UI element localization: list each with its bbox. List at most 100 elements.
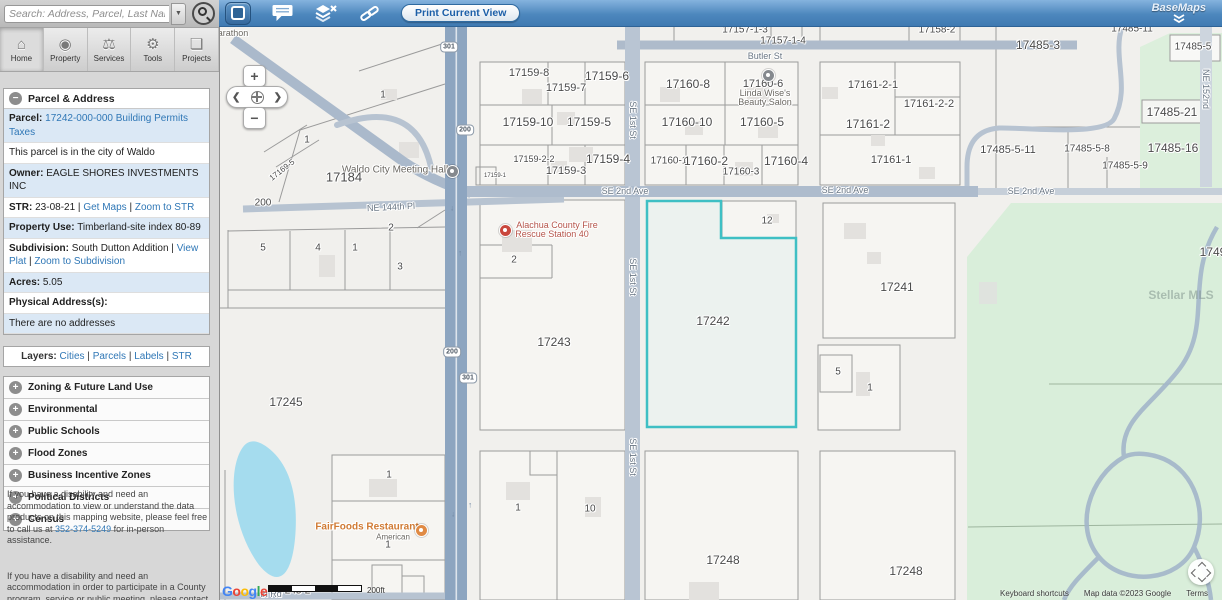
link-taxes[interactable]: Taxes [9,127,35,138]
home-icon: ⌂ [17,37,26,53]
expand-icon[interactable]: + [9,403,22,416]
tab-label: Property [50,54,80,63]
layer-accordion-zoning-future-land-use[interactable]: + Zoning & Future Land Use [4,377,209,399]
text: There are no addresses [9,318,115,329]
zoom-in-button[interactable]: + [243,65,266,87]
layers-bar: Layers: Cities | Parcels | Labels | STR [3,346,210,367]
field-label: Acres: [9,277,40,288]
map-attribution: Keyboard shortcuts Map data ©2023 Google… [1000,589,1208,598]
accordion-label: Environmental [28,404,97,415]
accordion-label: Public Schools [28,426,100,437]
link-building-permits[interactable]: Building Permits [116,113,188,124]
layers-x-icon [314,5,338,22]
field-label: Parcel: [9,113,42,124]
projects-icon: ❏ [190,37,203,53]
expand-icon[interactable]: + [9,425,22,438]
search-icon[interactable] [192,2,215,25]
field-label: Owner: [9,168,43,179]
nav-tabs: ⌂Home◉Property⚖Services⚙Tools❏Projects [0,28,219,72]
zoom-out-button[interactable]: − [243,107,266,129]
accordion-label: Zoning & Future Land Use [28,382,153,393]
layer-accordion-flood-zones[interactable]: +Flood Zones [4,443,209,465]
parcel-info-row: Physical Address(s): [4,293,209,314]
tab-label: Projects [182,54,211,63]
map-canvas[interactable] [219,27,1222,600]
expand-icon[interactable]: + [9,381,22,394]
select-tool-button[interactable] [225,2,251,25]
google-logo-letter: g [249,583,257,599]
text: | [129,202,132,213]
parcel-info-row: This parcel is in the city of Waldo [4,143,209,164]
map-viewport[interactable]: arathon17157-1-317157-1-417158-217485-11… [219,27,1222,600]
basemaps-control[interactable]: BaseMaps [1152,3,1206,23]
pan-right-icon[interactable]: ❯ [274,92,282,103]
layer-accordion-public-schools[interactable]: + Public Schools [4,421,209,443]
text: Timberland-site index 80-89 [77,222,201,233]
nav-tab-projects[interactable]: ❏Projects [175,28,219,71]
layers-link-parcels[interactable]: Parcels [93,351,126,362]
keyboard-shortcuts-link[interactable]: Keyboard shortcuts [1000,589,1069,598]
parcel-info-row: Owner: EAGLE SHORES INVESTMENTS INC [4,164,209,198]
text: This parcel is in the city of Waldo [9,147,155,158]
print-current-view-button[interactable]: Print Current View [401,4,520,22]
link-get-maps[interactable]: Get Maps [83,202,126,213]
tab-label: Tools [143,54,162,63]
layer-accordion-environmental[interactable]: + Environmental [4,399,209,421]
link-zoom-to-subdivision[interactable]: Zoom to Subdivision [34,256,125,267]
sidebar: ▼ ⌂Home◉Property⚖Services⚙Tools❏Projects… [0,0,220,600]
field-label: Physical Address(s): [9,297,108,308]
pan-left-icon[interactable]: ❮ [232,92,240,103]
nav-tab-tools[interactable]: ⚙Tools [131,28,175,71]
tools-icon: ⚙ [146,37,159,53]
layer-accordion-business-incentive-zones[interactable]: + Business Incentive Zones [4,465,209,487]
share-link-button[interactable] [358,2,382,23]
search-dropdown-button[interactable]: ▼ [171,3,186,25]
nav-tab-services[interactable]: ⚖Services [88,28,132,71]
fullscreen-toggle-icon[interactable] [1188,559,1214,585]
layers-link-str[interactable]: STR [172,351,192,362]
scale-label: 200ft [367,586,385,595]
text: 5.05 [43,277,62,288]
text: If you have a disability and need an acc… [7,571,208,600]
layers-link-labels[interactable]: Labels [134,351,163,362]
nav-tab-property[interactable]: ◉Property [44,28,88,71]
basemaps-label: BaseMaps [1152,3,1206,14]
globe-icon[interactable] [251,91,264,104]
expand-icon[interactable]: + [9,447,22,460]
map-navigation-control: + ❮ ❯ − [226,65,288,129]
accordion-label: Business Incentive Zones [28,470,151,481]
services-icon: ⚖ [102,37,115,53]
google-logo-letter: e [260,583,267,599]
link-zoom-to-str[interactable]: Zoom to STR [135,202,194,213]
field-label: Property Use: [9,222,75,233]
nav-tab-home[interactable]: ⌂Home [0,28,44,71]
text: | [29,256,32,267]
select-tool-icon [231,6,245,20]
panel-header: − Parcel & Address [4,89,209,109]
layers-label: Layers: [21,351,59,362]
search-input[interactable] [4,5,169,23]
comment-tool-button[interactable] [272,5,293,21]
accessibility-notice: If you have a disability and need an acc… [7,489,210,547]
expand-icon[interactable]: + [9,469,22,482]
google-logo[interactable]: Google [222,583,267,599]
layers-link-cities[interactable]: Cities [60,351,85,362]
terms-link[interactable]: Terms [1186,589,1208,598]
text: South Dutton Addition | [72,243,174,254]
map-toolbar: Print Current View BaseMaps [219,0,1222,27]
pan-control[interactable]: ❮ ❯ [226,86,288,108]
map-data-credit: Map data ©2023 Google [1084,589,1171,598]
google-logo-letter: o [240,583,248,599]
google-logo-letter: G [222,583,232,599]
map-scale-bar [268,585,362,592]
parcel-info-row: Subdivision: South Dutton Addition | Vie… [4,239,209,273]
collapse-icon[interactable]: − [9,92,22,105]
remove-layers-button[interactable] [314,5,338,22]
link-352-374-5249[interactable]: 352-374-5249 [55,524,111,534]
search-bar: ▼ [0,0,219,28]
link-17242-000-000[interactable]: 17242-000-000 [45,113,113,124]
panel-title: Parcel & Address [28,93,115,105]
accessibility-notices: If you have a disability and need an acc… [7,489,210,600]
accessibility-notice: If you have a disability and need an acc… [7,571,210,600]
parcel-info-row: Acres: 5.05 [4,273,209,294]
